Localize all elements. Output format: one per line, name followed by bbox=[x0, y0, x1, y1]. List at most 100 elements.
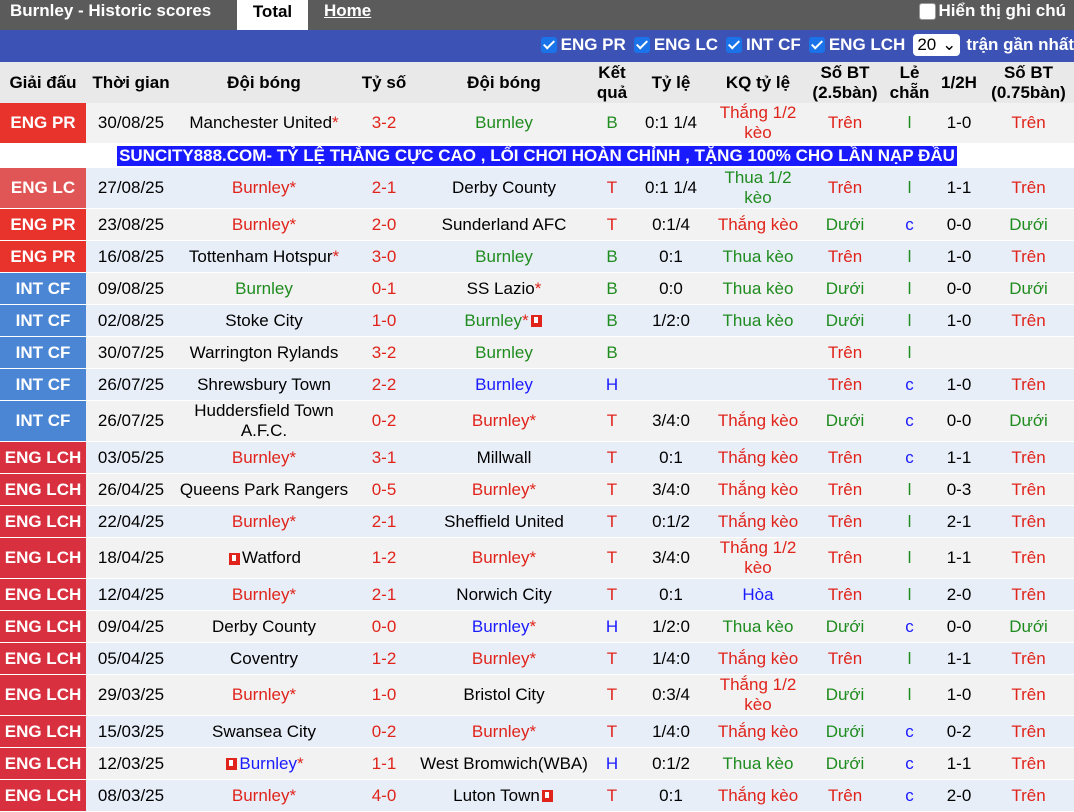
away-team-name[interactable]: Burnley bbox=[475, 247, 533, 266]
score-cell[interactable]: 3-2 bbox=[352, 103, 416, 144]
home-team-name[interactable]: Burnley bbox=[232, 512, 290, 531]
score-cell[interactable]: 2-2 bbox=[352, 368, 416, 401]
home-team-cell[interactable]: Swansea City bbox=[176, 715, 352, 748]
away-team-cell[interactable]: Burnley* bbox=[416, 642, 592, 675]
away-team-name[interactable]: Burnley bbox=[475, 113, 533, 132]
score-cell[interactable]: 2-0 bbox=[352, 208, 416, 241]
away-team-cell[interactable]: Burnley* bbox=[416, 537, 592, 579]
away-team-cell[interactable]: SS Lazio* bbox=[416, 272, 592, 305]
home-team-name[interactable]: Burnley bbox=[235, 279, 293, 298]
home-team-name[interactable]: Burnley bbox=[232, 448, 290, 467]
away-team-name[interactable]: Norwich City bbox=[456, 585, 551, 604]
home-team-name[interactable]: Derby County bbox=[212, 617, 316, 636]
score-cell[interactable]: 1-2 bbox=[352, 642, 416, 675]
away-team-name[interactable]: Burnley bbox=[472, 548, 530, 567]
home-team-name[interactable]: Burnley bbox=[239, 754, 297, 773]
away-team-cell[interactable]: Norwich City bbox=[416, 578, 592, 611]
away-team-name[interactable]: Burnley bbox=[472, 617, 530, 636]
league-cell[interactable]: ENG LCH bbox=[0, 674, 86, 716]
home-team-cell[interactable]: Tottenham Hotspur* bbox=[176, 240, 352, 273]
filter-int-cf[interactable]: INT CF bbox=[726, 35, 801, 55]
home-team-name[interactable]: Warrington Rylands bbox=[190, 343, 339, 362]
away-team-name[interactable]: Burnley bbox=[472, 722, 530, 741]
away-team-cell[interactable]: Burnley* bbox=[416, 473, 592, 506]
ad-banner[interactable]: SUNCITY888.COM- TỶ LỆ THẮNG CỰC CAO , LỐ… bbox=[0, 143, 1074, 168]
match-count-select[interactable]: 20 ⌄ bbox=[913, 34, 961, 56]
away-team-name[interactable]: Burnley bbox=[475, 343, 533, 362]
league-cell[interactable]: ENG PR bbox=[0, 208, 86, 241]
away-team-name[interactable]: SS Lazio bbox=[467, 279, 535, 298]
tab-total[interactable]: Total bbox=[237, 0, 308, 30]
filter-eng-lch[interactable]: ENG LCH bbox=[808, 35, 905, 55]
away-team-name[interactable]: Sheffield United bbox=[444, 512, 564, 531]
away-team-cell[interactable]: Burnley bbox=[416, 103, 592, 144]
away-team-cell[interactable]: Bristol City bbox=[416, 674, 592, 716]
score-cell[interactable]: 0-2 bbox=[352, 715, 416, 748]
league-cell[interactable]: ENG LCH bbox=[0, 441, 86, 474]
away-team-name[interactable]: West Bromwich(WBA) bbox=[420, 754, 588, 773]
league-cell[interactable]: ENG LCH bbox=[0, 578, 86, 611]
home-team-name[interactable]: Burnley bbox=[232, 786, 290, 805]
away-team-cell[interactable]: West Bromwich(WBA) bbox=[416, 747, 592, 780]
home-team-name[interactable]: Stoke City bbox=[225, 311, 302, 330]
score-cell[interactable]: 2-1 bbox=[352, 505, 416, 538]
away-team-cell[interactable]: Burnley bbox=[416, 368, 592, 401]
home-team-cell[interactable]: Shrewsbury Town bbox=[176, 368, 352, 401]
home-team-cell[interactable]: Warrington Rylands bbox=[176, 336, 352, 369]
home-team-name[interactable]: Watford bbox=[242, 548, 301, 567]
score-cell[interactable]: 0-5 bbox=[352, 473, 416, 506]
checkbox-checked-icon[interactable] bbox=[540, 37, 557, 53]
home-team-cell[interactable]: Burnley* bbox=[176, 441, 352, 474]
tab-home[interactable]: Home bbox=[324, 1, 371, 21]
ad-text[interactable]: SUNCITY888.COM- TỶ LỆ THẮNG CỰC CAO , LỐ… bbox=[117, 145, 957, 166]
checkbox-icon[interactable] bbox=[918, 2, 936, 20]
ad-banner-row[interactable]: SUNCITY888.COM- TỶ LỆ THẮNG CỰC CAO , LỐ… bbox=[0, 143, 1074, 168]
away-team-cell[interactable]: Millwall bbox=[416, 441, 592, 474]
home-team-cell[interactable]: Queens Park Rangers bbox=[176, 473, 352, 506]
home-team-cell[interactable]: Burnley bbox=[176, 272, 352, 305]
away-team-name[interactable]: Burnley bbox=[472, 411, 530, 430]
checkbox-checked-icon[interactable] bbox=[808, 37, 825, 53]
league-cell[interactable]: ENG LCH bbox=[0, 537, 86, 579]
league-cell[interactable]: ENG PR bbox=[0, 103, 86, 144]
away-team-name[interactable]: Burnley bbox=[472, 649, 530, 668]
home-team-cell[interactable]: Burnley* bbox=[176, 747, 352, 780]
filter-eng-pr[interactable]: ENG PR bbox=[540, 35, 626, 55]
away-team-cell[interactable]: Burnley bbox=[416, 240, 592, 273]
league-cell[interactable]: INT CF bbox=[0, 272, 86, 305]
score-cell[interactable]: 1-0 bbox=[352, 674, 416, 716]
filter-eng-lc[interactable]: ENG LC bbox=[633, 35, 718, 55]
score-cell[interactable]: 0-1 bbox=[352, 272, 416, 305]
league-cell[interactable]: ENG PR bbox=[0, 240, 86, 273]
score-cell[interactable]: 0-2 bbox=[352, 400, 416, 442]
league-cell[interactable]: ENG LCH bbox=[0, 505, 86, 538]
away-team-name[interactable]: Burnley bbox=[475, 375, 533, 394]
home-team-name[interactable]: Burnley bbox=[232, 685, 290, 704]
league-cell[interactable]: ENG LCH bbox=[0, 473, 86, 506]
league-cell[interactable]: ENG LCH bbox=[0, 610, 86, 643]
home-team-name[interactable]: Swansea City bbox=[212, 722, 316, 741]
checkbox-checked-icon[interactable] bbox=[633, 37, 650, 53]
league-cell[interactable]: INT CF bbox=[0, 368, 86, 401]
home-team-cell[interactable]: Burnley* bbox=[176, 167, 352, 209]
score-cell[interactable]: 1-2 bbox=[352, 537, 416, 579]
home-team-cell[interactable]: Huddersfield Town A.F.C. bbox=[176, 400, 352, 442]
score-cell[interactable]: 2-1 bbox=[352, 578, 416, 611]
away-team-name[interactable]: Burnley bbox=[472, 480, 530, 499]
away-team-name[interactable]: Burnley bbox=[464, 311, 522, 330]
away-team-cell[interactable]: Burnley* bbox=[416, 304, 592, 337]
league-cell[interactable]: INT CF bbox=[0, 400, 86, 442]
home-team-cell[interactable]: Watford bbox=[176, 537, 352, 579]
away-team-name[interactable]: Luton Town bbox=[453, 786, 540, 805]
score-cell[interactable]: 3-0 bbox=[352, 240, 416, 273]
away-team-cell[interactable]: Derby County bbox=[416, 167, 592, 209]
home-team-name[interactable]: Queens Park Rangers bbox=[180, 480, 348, 499]
away-team-name[interactable]: Derby County bbox=[452, 178, 556, 197]
score-cell[interactable]: 2-1 bbox=[352, 167, 416, 209]
league-cell[interactable]: ENG LCH bbox=[0, 747, 86, 780]
score-cell[interactable]: 3-2 bbox=[352, 336, 416, 369]
home-team-cell[interactable]: Burnley* bbox=[176, 779, 352, 812]
away-team-cell[interactable]: Burnley* bbox=[416, 610, 592, 643]
show-notes-toggle[interactable]: Hiển thị ghi chú bbox=[918, 1, 1066, 21]
home-team-name[interactable]: Manchester United bbox=[189, 113, 332, 132]
